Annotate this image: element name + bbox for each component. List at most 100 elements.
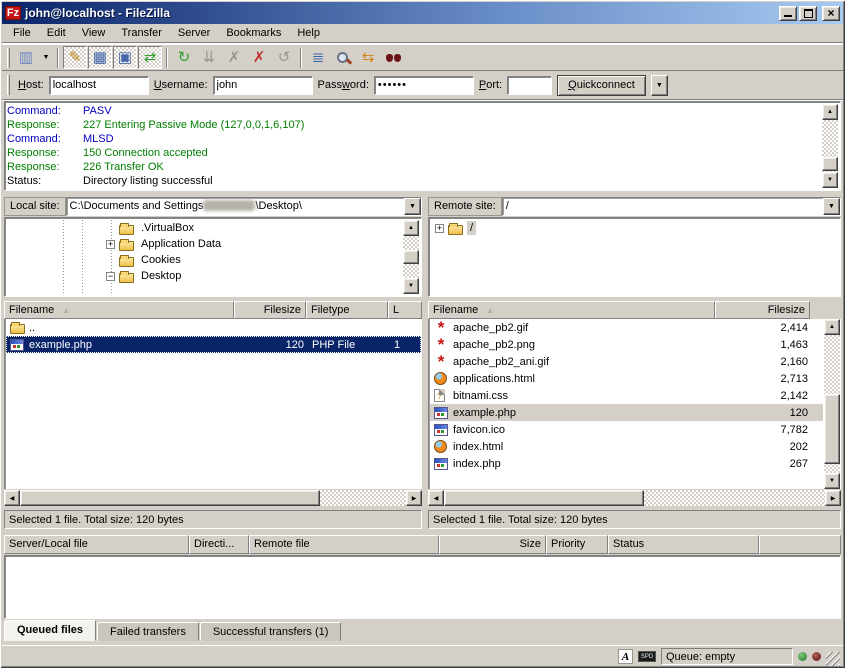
local-tree-scrollbar[interactable]: ▲ ▼ <box>403 220 419 294</box>
scroll-up-icon[interactable]: ▲ <box>403 220 419 236</box>
queue-column-status[interactable]: Status <box>608 535 759 554</box>
remote-file-row[interactable]: ?bitnami.css2,142 <box>430 387 823 404</box>
log-scrollbar[interactable]: ▲ ▼ <box>822 104 838 188</box>
minimize-button[interactable] <box>779 6 797 21</box>
scroll-right-icon[interactable]: ▶ <box>406 490 422 506</box>
menu-item-view[interactable]: View <box>75 25 113 42</box>
local-hscrollbar-thumb[interactable] <box>20 490 320 506</box>
queue-column-size[interactable]: Size <box>439 535 546 554</box>
scroll-up-icon[interactable]: ▲ <box>824 319 840 335</box>
remote-tree-item[interactable]: +/ <box>431 220 838 236</box>
remote-list-scrollbar[interactable]: ▲ ▼ <box>824 319 840 489</box>
resize-grip[interactable] <box>826 652 840 666</box>
log-line: Status:Directory listing successful <box>7 174 822 188</box>
title-bar[interactable]: Fz john@localhost - FileZilla × <box>2 2 843 24</box>
toggle-message-log-icon: ✎ <box>69 50 82 65</box>
reconnect-button[interactable]: ↺ <box>272 46 296 69</box>
column-header-filename[interactable]: Filename▲ <box>4 301 234 319</box>
log-scrollbar-thumb[interactable] <box>822 157 838 171</box>
site-manager-button[interactable]: ▥ <box>14 46 38 69</box>
scroll-left-icon[interactable]: ◀ <box>4 490 20 506</box>
quickconnect-button[interactable]: Quickconnect <box>557 75 646 96</box>
site-manager-dropdown-button[interactable]: ▼ <box>39 46 53 69</box>
expand-icon[interactable]: + <box>435 224 444 233</box>
local-tree-item[interactable]: +Application Data <box>7 236 419 252</box>
transfer-type-ascii-icon[interactable]: A <box>618 649 633 664</box>
synchronized-browsing-icon: ⇆ <box>362 50 375 65</box>
remote-file-row[interactable]: *apache_pb2.png1,463 <box>430 336 823 353</box>
remote-list-hscrollbar[interactable]: ◀ ▶ <box>428 490 841 506</box>
local-tree-item[interactable]: −Desktop <box>7 268 419 284</box>
local-file-row[interactable]: example.php120PHP File1 <box>6 336 421 353</box>
port-input[interactable] <box>507 76 552 95</box>
scroll-down-icon[interactable]: ▼ <box>403 278 419 294</box>
collapse-icon[interactable]: − <box>106 272 115 281</box>
local-list-hscrollbar[interactable]: ◀ ▶ <box>4 490 422 506</box>
remote-hscrollbar-thumb[interactable] <box>444 490 644 506</box>
remote-file-row[interactable]: example.php120 <box>430 404 823 421</box>
local-tree-item[interactable]: .VirtualBox <box>7 220 419 236</box>
remote-site-combo[interactable]: / ▼ <box>502 197 841 216</box>
username-input[interactable] <box>213 76 313 95</box>
toggle-remote-tree-button[interactable]: ▣ <box>113 46 137 69</box>
remote-file-row[interactable]: applications.html2,713 <box>430 370 823 387</box>
synchronized-browsing-button[interactable]: ⇆ <box>356 46 380 69</box>
local-tree-scrollbar-thumb[interactable] <box>403 250 419 264</box>
remote-file-row[interactable]: *apache_pb2.gif2,414 <box>430 319 823 336</box>
queue-column-directi[interactable]: Directi... <box>189 535 249 554</box>
scroll-right-icon[interactable]: ▶ <box>825 490 841 506</box>
quickconnect-grip[interactable] <box>7 75 10 95</box>
menu-item-help[interactable]: Help <box>290 25 327 42</box>
directory-listing-filters-button[interactable]: ≣ <box>306 46 330 69</box>
password-input[interactable] <box>374 76 474 95</box>
host-input[interactable] <box>49 76 149 95</box>
queue-column-priority[interactable]: Priority <box>546 535 608 554</box>
column-header-filesize[interactable]: Filesize <box>234 301 306 319</box>
local-site-combo[interactable]: C:\Documents and Settings\Desktop\ ▼ <box>66 197 422 216</box>
remote-file-row[interactable]: index.php267 <box>430 455 823 472</box>
remote-file-row[interactable]: index.html202 <box>430 438 823 455</box>
remote-file-row[interactable]: favicon.ico7,782 <box>430 421 823 438</box>
menu-item-file[interactable]: File <box>6 25 38 42</box>
queue-status-text: Queue: empty <box>661 648 793 665</box>
toolbar-grip[interactable] <box>7 48 10 68</box>
local-file-row[interactable]: .. <box>6 319 421 336</box>
queue-column-remotefile[interactable]: Remote file <box>249 535 439 554</box>
column-header-filename[interactable]: Filename▲ <box>428 301 715 319</box>
file-size-cell: 267 <box>717 458 812 470</box>
maximize-button[interactable] <box>799 6 817 21</box>
close-button[interactable]: × <box>822 6 840 21</box>
local-site-dropdown-icon[interactable]: ▼ <box>404 198 421 215</box>
menu-item-bookmarks[interactable]: Bookmarks <box>219 25 288 42</box>
remote-site-dropdown-icon[interactable]: ▼ <box>823 198 840 215</box>
menu-item-server[interactable]: Server <box>171 25 217 42</box>
compare-directories-button[interactable] <box>331 46 355 69</box>
quickconnect-dropdown-icon[interactable]: ▼ <box>651 75 668 96</box>
menu-item-transfer[interactable]: Transfer <box>114 25 169 42</box>
disconnect-button[interactable]: ✗ <box>247 46 271 69</box>
refresh-button[interactable]: ↻ <box>172 46 196 69</box>
tab-successful-transfers----[interactable]: Successful transfers (1) <box>200 622 342 641</box>
toggle-transfer-queue-button[interactable]: ⇄ <box>138 46 162 69</box>
toggle-message-log-button[interactable]: ✎ <box>63 46 87 69</box>
tab-queued-files[interactable]: Queued files <box>4 620 96 641</box>
toggle-local-tree-button[interactable]: ▦ <box>88 46 112 69</box>
column-header-l[interactable]: L <box>388 301 422 319</box>
queue-column-serverlocalfile[interactable]: Server/Local file <box>4 535 189 554</box>
remote-file-row[interactable]: *apache_pb2_ani.gif2,160 <box>430 353 823 370</box>
speed-limit-icon[interactable]: SPD <box>638 651 656 662</box>
scroll-left-icon[interactable]: ◀ <box>428 490 444 506</box>
scroll-down-icon[interactable]: ▼ <box>824 473 840 489</box>
process-queue-button[interactable]: ⇊ <box>197 46 221 69</box>
scroll-down-icon[interactable]: ▼ <box>822 172 838 188</box>
remote-scrollbar-thumb[interactable] <box>824 394 840 464</box>
scroll-up-icon[interactable]: ▲ <box>822 104 838 120</box>
column-header-filetype[interactable]: Filetype <box>306 301 388 319</box>
tab-failed-transfers[interactable]: Failed transfers <box>97 622 199 641</box>
expand-icon[interactable]: + <box>106 240 115 249</box>
cancel-operation-button[interactable]: ✗ <box>222 46 246 69</box>
menu-item-edit[interactable]: Edit <box>40 25 73 42</box>
find-files-button[interactable] <box>381 46 405 69</box>
column-header-filesize[interactable]: Filesize <box>715 301 810 319</box>
local-tree-item[interactable]: Cookies <box>7 252 419 268</box>
